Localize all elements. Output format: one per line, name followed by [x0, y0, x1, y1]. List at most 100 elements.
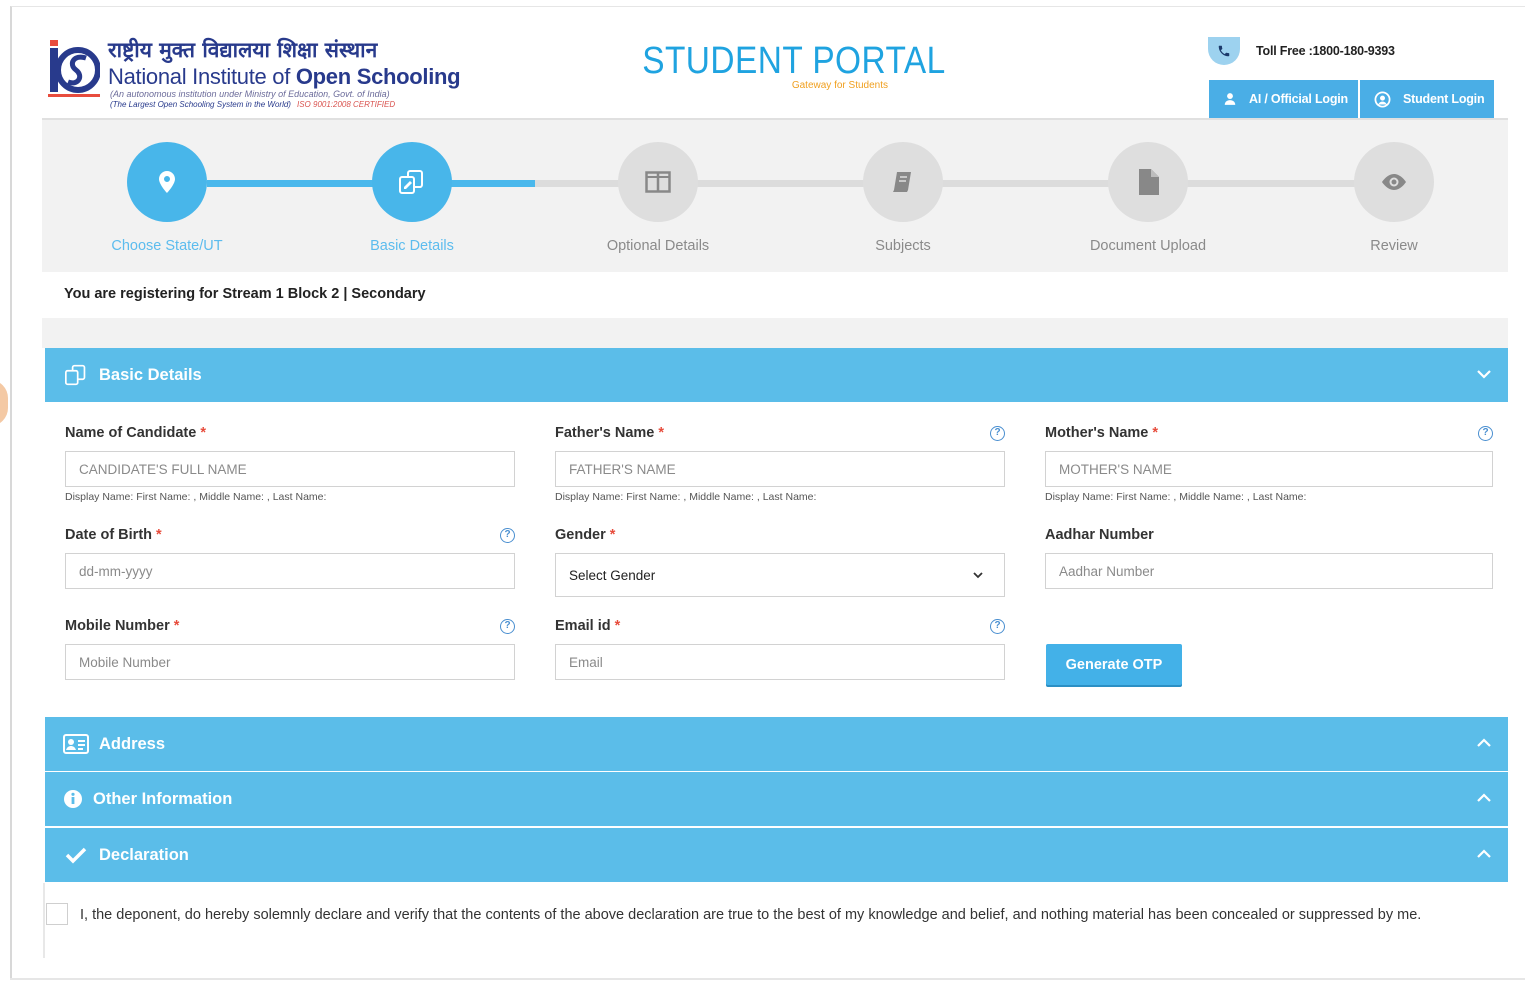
required-mark: * — [156, 527, 162, 543]
generate-otp-button[interactable]: Generate OTP — [1046, 644, 1182, 685]
registration-stepper: Choose State/UT Basic Details Optional D… — [42, 118, 1508, 272]
gender-select[interactable]: Select Gender — [555, 553, 1005, 597]
mobile-field: Mobile Number *? Mobile Number — [65, 618, 515, 680]
chevron-up-icon[interactable] — [1476, 790, 1492, 806]
logo-english-bold: Open Schooling — [295, 64, 461, 89]
required-mark: * — [658, 425, 665, 441]
mobile-input[interactable]: Mobile Number — [65, 644, 515, 680]
step-subjects[interactable]: Subjects — [813, 142, 993, 254]
father-name-input[interactable]: FATHER'S NAME — [555, 451, 1005, 487]
label-text: Father's Name — [555, 425, 655, 441]
declaration-checkbox[interactable] — [46, 903, 68, 925]
logo-english-name: National Institute of Open Schooling — [108, 64, 461, 90]
logo-certification: ISO 9001:2008 CERTIFIED — [296, 100, 396, 109]
student-login-button[interactable]: Student Login — [1359, 80, 1495, 118]
required-mark: * — [1152, 425, 1159, 441]
candidate-name-input[interactable]: CANDIDATE'S FULL NAME — [65, 451, 515, 487]
student-login-label: Student Login — [1402, 92, 1485, 106]
panel-other-information-header[interactable]: Other Information — [45, 772, 1508, 826]
step-circle — [372, 142, 452, 222]
display-name-hint: Display Name: First Name: , Middle Name:… — [555, 491, 817, 503]
step-label: Review — [1370, 238, 1418, 254]
panel-declaration-header[interactable]: Declaration — [45, 828, 1508, 882]
site-header: राष्ट्रीय मुक्त विद्यालया शिक्षा संस्थान… — [42, 30, 1508, 118]
candidate-name-field: Name of Candidate * CANDIDATE'S FULL NAME… — [65, 425, 515, 503]
step-document-upload[interactable]: Document Upload — [1058, 142, 1238, 254]
aadhar-input[interactable]: Aadhar Number — [1045, 553, 1493, 589]
user-icon — [1224, 93, 1236, 105]
field-label: Mobile Number *? — [65, 618, 515, 634]
panel-address-header[interactable]: Address — [45, 717, 1508, 771]
display-name-hint: Display Name: First Name: , Middle Name:… — [1045, 491, 1307, 503]
chevron-up-icon[interactable] — [1476, 846, 1492, 862]
official-login-label: AI / Official Login — [1249, 92, 1348, 106]
panel-title: Basic Details — [99, 365, 202, 384]
label-text: Mother's Name — [1045, 425, 1149, 441]
logo-english-regular: National Institute of — [108, 64, 296, 89]
nios-emblem-icon — [48, 40, 100, 97]
label-text: Email id — [555, 618, 611, 634]
login-buttons: AI / Official Login Student Login — [1209, 80, 1495, 118]
help-icon[interactable]: ? — [500, 619, 515, 634]
required-mark: * — [173, 618, 180, 634]
label-text: Mobile Number — [65, 618, 170, 634]
checkmark-icon — [63, 843, 89, 867]
logo-tagline-text: (The Largest Open Schooling System in th… — [110, 100, 291, 109]
help-icon[interactable]: ? — [990, 619, 1005, 634]
help-icon[interactable]: ? — [1478, 426, 1493, 441]
dob-input[interactable]: dd-mm-yyyy — [65, 553, 515, 589]
toll-free-number: Toll Free :1800-180-9393 — [1256, 44, 1395, 58]
step-circle — [1108, 142, 1188, 222]
label-text: Name of Candidate — [65, 425, 197, 441]
display-name-hint: Display Name: First Name: , Middle Name:… — [65, 491, 327, 503]
field-label: Date of Birth *? — [65, 527, 515, 543]
required-mark: * — [200, 425, 206, 441]
required-mark: * — [614, 618, 621, 634]
chevron-down-icon — [973, 572, 983, 579]
nios-logo[interactable]: राष्ट्रीय मुक्त विद्यालया शिक्षा संस्थान… — [48, 36, 461, 109]
panel-title: Address — [99, 734, 166, 753]
help-icon[interactable]: ? — [500, 528, 515, 543]
aadhar-field: Aadhar Number Aadhar Number — [1045, 527, 1493, 589]
step-circle — [863, 142, 943, 222]
step-label: Subjects — [875, 238, 931, 254]
panel-title: Declaration — [99, 845, 189, 864]
portal-title: STUDENT PORTAL — [642, 40, 946, 82]
panel-basic-details-header[interactable]: Basic Details — [45, 348, 1508, 402]
field-label: Aadhar Number — [1045, 527, 1493, 543]
email-field: Email id *? Email — [555, 618, 1005, 680]
chevron-down-icon[interactable] — [1476, 366, 1492, 382]
required-mark: * — [609, 527, 616, 543]
step-choose-state[interactable]: Choose State/UT — [77, 142, 257, 254]
columns-icon — [645, 171, 671, 193]
step-circle — [618, 142, 698, 222]
phone-icon — [1208, 37, 1240, 65]
step-label: Basic Details — [370, 238, 454, 254]
step-basic-details[interactable]: Basic Details — [322, 142, 502, 254]
mother-name-input[interactable]: MOTHER'S NAME — [1045, 451, 1493, 487]
dob-field: Date of Birth *? dd-mm-yyyy — [65, 527, 515, 589]
edit-copy-icon — [63, 363, 89, 387]
official-login-button[interactable]: AI / Official Login — [1209, 80, 1360, 118]
field-label: Name of Candidate * — [65, 425, 515, 441]
user-circle-icon — [1374, 91, 1391, 107]
father-name-field: Father's Name *? FATHER'S NAME Display Na… — [555, 425, 1005, 503]
step-circle — [127, 142, 207, 222]
step-optional-details[interactable]: Optional Details — [568, 142, 748, 254]
map-pin-icon — [159, 171, 175, 193]
portal-subtitle: Gateway for Students — [791, 80, 888, 91]
panel-title: Other Information — [93, 789, 233, 808]
field-label: Email id *? — [555, 618, 1005, 634]
side-tab-decoration — [0, 380, 8, 426]
eye-icon — [1382, 174, 1406, 190]
chevron-up-icon[interactable] — [1476, 735, 1492, 751]
label-text: Aadhar Number — [1045, 527, 1154, 543]
help-icon[interactable]: ? — [990, 426, 1005, 441]
declaration-text: I, the deponent, do hereby solemnly decl… — [80, 907, 1422, 923]
step-review[interactable]: Review — [1304, 142, 1484, 254]
page-bottom-border — [10, 978, 1525, 980]
step-circle — [1354, 142, 1434, 222]
field-label: Mother's Name *? — [1045, 425, 1493, 441]
logo-tagline: (The Largest Open Schooling System in th… — [110, 100, 395, 109]
email-input[interactable]: Email — [555, 644, 1005, 680]
